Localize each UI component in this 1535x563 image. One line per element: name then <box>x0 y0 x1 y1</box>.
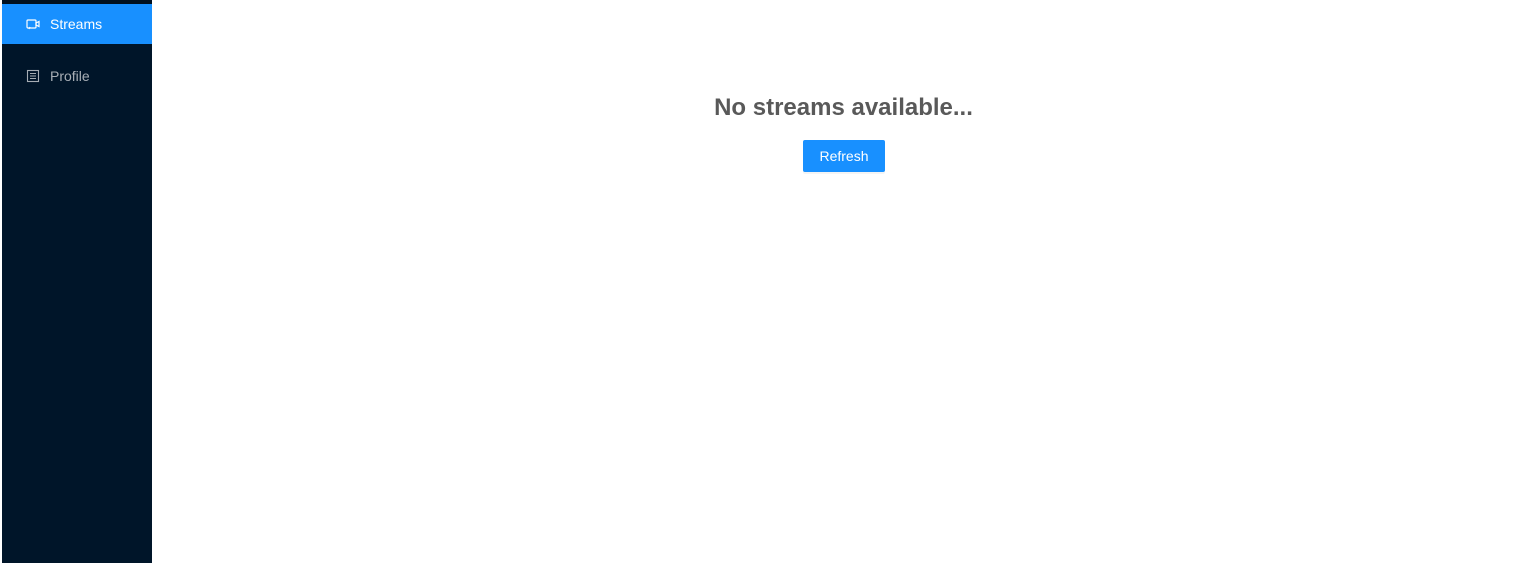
app: Streams Profile No streams available... … <box>0 0 1535 563</box>
sidebar-item-label: Profile <box>50 68 90 84</box>
profile-icon <box>26 69 40 83</box>
sidebar-item-label: Streams <box>50 16 103 32</box>
refresh-button[interactable]: Refresh <box>803 140 885 172</box>
main-content: No streams available... Refresh <box>152 0 1535 563</box>
sidebar-item-profile[interactable]: Profile <box>2 56 152 96</box>
video-camera-icon <box>26 17 40 31</box>
sidebar-item-streams[interactable]: Streams <box>2 4 152 44</box>
empty-state-message: No streams available... <box>714 94 973 121</box>
sidebar: Streams Profile <box>2 0 152 563</box>
